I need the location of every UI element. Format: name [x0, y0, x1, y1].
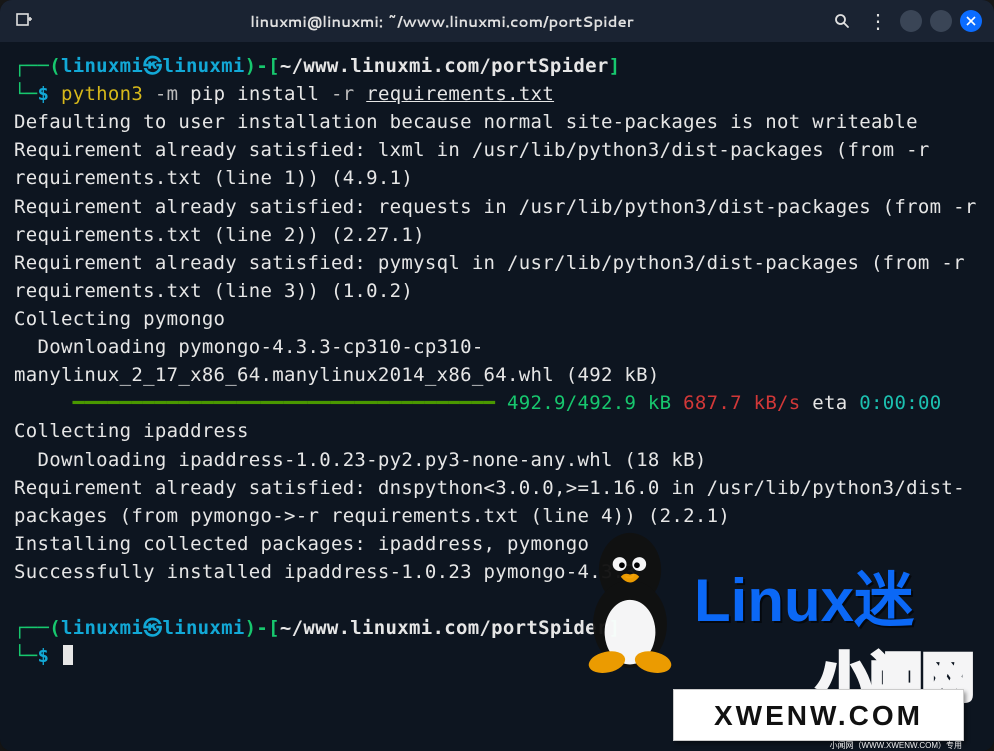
- cmd-file: requirements.txt: [366, 83, 554, 105]
- prompt-bracket: )-[: [245, 617, 280, 639]
- output-line: Downloading pymongo-4.3.3-cp310-cp310-ma…: [14, 336, 660, 386]
- progress-speed: 687.7 kB/s: [671, 392, 800, 414]
- output-line: Downloading ipaddress-1.0.23-py2.py3-non…: [14, 449, 707, 471]
- progress-bar: ━━━━━━━━━━━━━━━━━━━━━━━━━━━━━━━━━━━━: [14, 392, 495, 414]
- terminal-window: linuxmi@linuxmi: ~/www.linuxmi.com/portS…: [0, 0, 994, 751]
- prompt-bracket-close: ]: [609, 617, 621, 639]
- prompt-host: linuxmi: [162, 617, 244, 639]
- output-line: Collecting ipaddress: [14, 420, 249, 442]
- menu-icon[interactable]: ⋮: [864, 7, 892, 35]
- new-tab-icon[interactable]: [12, 9, 36, 33]
- close-button[interactable]: [960, 10, 982, 32]
- cmd-flag: -m: [143, 83, 190, 105]
- output-line: Requirement already satisfied: dnspython…: [14, 477, 965, 527]
- cmd-binary: python3: [61, 83, 143, 105]
- prompt-at-icon: ㉿: [143, 55, 162, 77]
- cursor: [63, 645, 73, 665]
- output-line: Successfully installed ipaddress-1.0.23 …: [14, 561, 636, 583]
- progress-size: 492.9/492.9 kB: [495, 392, 671, 414]
- prompt-bracket: )-[: [245, 55, 280, 77]
- output-line: Requirement already satisfied: pymysql i…: [14, 252, 977, 302]
- output-line: Requirement already satisfied: lxml in /…: [14, 139, 941, 189]
- prompt-line2: └─: [14, 83, 37, 105]
- titlebar: linuxmi@linuxmi: ~/www.linuxmi.com/portS…: [0, 0, 994, 42]
- prompt-cwd: ~/www.linuxmi.com/portSpider: [280, 55, 609, 77]
- titlebar-left: [12, 9, 72, 33]
- brand-card: XWENW.COM: [673, 689, 964, 741]
- minimize-button[interactable]: [900, 10, 922, 32]
- prompt-host: linuxmi: [162, 55, 244, 77]
- titlebar-right: ⋮: [812, 7, 982, 35]
- prompt-at-icon: ㉿: [143, 617, 162, 639]
- progress-time: 0:00:00: [848, 392, 942, 414]
- output-line: Requirement already satisfied: requests …: [14, 196, 988, 246]
- prompt-user: linuxmi: [61, 55, 143, 77]
- prompt-prefix: ┌──(: [14, 617, 61, 639]
- output-line: Installing collected packages: ipaddress…: [14, 533, 589, 555]
- brand-card-sub: 小闻网（WWW.XWENW.COM）专用: [830, 740, 962, 751]
- search-icon[interactable]: [828, 7, 856, 35]
- prompt-bracket-close: ]: [609, 55, 621, 77]
- prompt-dollar: $: [37, 83, 60, 105]
- prompt-line2: └─: [14, 645, 37, 667]
- maximize-button[interactable]: [930, 10, 952, 32]
- prompt-dollar: $: [37, 645, 60, 667]
- output-line: Defaulting to user installation because …: [14, 111, 918, 133]
- progress-eta-label: eta: [801, 392, 848, 414]
- terminal-body[interactable]: ┌──(linuxmi㉿linuxmi)-[~/www.linuxmi.com/…: [0, 42, 994, 751]
- output-line: Collecting pymongo: [14, 308, 225, 330]
- window-title: linuxmi@linuxmi: ~/www.linuxmi.com/portS…: [72, 11, 812, 32]
- prompt-user: linuxmi: [61, 617, 143, 639]
- cmd-pip: pip install: [190, 83, 319, 105]
- prompt-prefix: ┌──(: [14, 55, 61, 77]
- cmd-flag2: -r: [319, 83, 366, 105]
- prompt-cwd: ~/www.linuxmi.com/portSpider: [280, 617, 609, 639]
